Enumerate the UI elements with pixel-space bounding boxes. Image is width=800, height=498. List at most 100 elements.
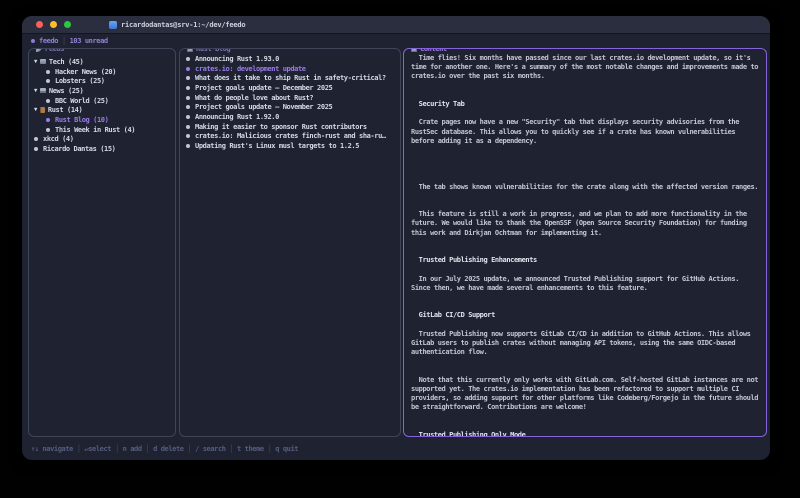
article-item[interactable]: Project goals update — November 2025 [180,102,400,112]
feed-item[interactable]: Hacker News (20) [29,67,175,77]
article-item[interactable]: crates.io: development update [180,64,400,74]
unread-dot [186,67,190,71]
article-item[interactable]: Announcing Rust 1.92.0 [180,112,400,122]
feed-item[interactable]: Ricardo Dantas (15) [29,144,175,154]
content-line: authentication flow. [411,348,762,357]
feed-label: Rust [48,106,63,114]
content-heading: Security Tab [411,100,762,109]
unread-dot [186,86,190,90]
statusbar-hint: ↵select [84,445,111,453]
content-line: Note that this currently only works with… [411,376,762,385]
content-line: Crate pages now have a new "Security" ta… [411,118,762,127]
feed-label: Ricardo Dantas [43,145,96,153]
content-panel-title: Content [408,48,450,53]
content-line: this work and Dirkjan Ochtman for implem… [411,229,762,238]
content-line: be straightforward. Contributions are we… [411,403,762,412]
articles-panel-title: Rust Blog [184,48,233,53]
collapse-arrow-icon[interactable]: ▼ [34,88,37,94]
content-heading: GitLab CI/CD Support [411,311,762,320]
statusbar-hint: / search [195,445,226,453]
article-item[interactable]: crates.io: Malicious crates finch-rust a… [180,132,400,142]
content-line: time for another one. Here's a summary o… [411,63,762,72]
content-line: before adding it as a dependency. [411,137,762,146]
article-item[interactable]: What do people love about Rust? [180,93,400,103]
content-line: supported yet. The crates.io implementat… [411,385,762,394]
minimize-button[interactable] [50,21,57,28]
article-title: crates.io: Malicious crates finch-rust a… [195,132,386,140]
app-name: feedo [39,37,58,45]
content-line [411,173,762,182]
unread-dot [186,115,190,119]
feed-label: Tech [49,58,64,66]
feed-item[interactable]: Lobsters (25) [29,76,175,86]
unread-count: 103 unread [70,37,108,45]
content-line [411,82,762,91]
article-title: What does it take to ship Rust in safety… [195,74,386,82]
content-heading: Trusted Publishing Enhancements [411,256,762,265]
statusbar-separator: │ [184,445,195,453]
content-line [411,293,762,302]
unread-dot [46,99,50,103]
feeds-panel-label: Feeds [45,48,64,53]
article-content[interactable]: Time flies! Six months have passed since… [404,49,766,437]
content-line [411,422,762,431]
quill-icon [36,48,42,52]
content-line: GitLab users to publish crates without m… [411,339,762,348]
article-item[interactable]: Project goals update — December 2025 [180,83,400,93]
content-line: crates.io over the past six months. [411,72,762,81]
content-line [411,238,762,247]
feeds-panel-title: Feeds [33,48,67,53]
feed-unread-count: (20) [97,68,116,76]
content-line [411,146,762,155]
feed-item[interactable]: Rust Blog (10) [29,115,175,125]
statusbar-hint: ↑↓ navigate [31,445,73,453]
feed-unread-count: (10) [89,116,108,124]
article-item[interactable]: Updating Rust's Linux musl targets to 1.… [180,141,400,151]
content-panel-label: Content [420,48,447,53]
feed-category[interactable]: ▼ Tech (45) [29,57,175,67]
feed-item[interactable]: BBC World (25) [29,96,175,106]
feed-unread-count: (25) [89,97,108,105]
feed-label: Lobsters [55,77,86,85]
feed-category[interactable]: ▼ Rust (14) [29,105,175,115]
unread-dot [34,147,38,151]
feed-label: xkcd [43,135,58,143]
terminal-icon [109,21,117,29]
content-line: future. We would like to thank the OpenS… [411,219,762,228]
content-heading: Trusted Publishing Only Mode [411,431,762,437]
laptop-icon [40,59,46,64]
feed-unread-count: (45) [64,58,83,66]
content-line [411,366,762,375]
article-title: Making it easier to sponsor Rust contrib… [195,123,367,131]
article-item[interactable]: Making it easier to sponsor Rust contrib… [180,122,400,132]
header-separator: │ [58,37,69,45]
book-icon [40,107,45,113]
content-line: Since then, we have made several enhance… [411,284,762,293]
content-line [411,201,762,210]
maximize-button[interactable] [64,21,71,28]
content-line: Trusted Publishing now supports GitLab C… [411,330,762,339]
unread-dot [46,79,50,83]
article-title: Announcing Rust 1.93.0 [195,55,279,63]
content-line: In our July 2025 update, we announced Tr… [411,275,762,284]
close-button[interactable] [36,21,43,28]
unread-dot [186,105,190,109]
feed-item[interactable]: This Week in Rust (4) [29,125,175,135]
feed-item[interactable]: xkcd (4) [29,135,175,145]
unread-dot [46,118,50,122]
article-item[interactable]: What does it take to ship Rust in safety… [180,73,400,83]
content-line [411,265,762,274]
feed-unread-count: (14) [63,106,82,114]
statusbar-separator: │ [111,445,122,453]
statusbar: ↑↓ navigate │ ↵select │ n add │ d delete… [31,445,298,453]
content-line [411,164,762,173]
article-list: Announcing Rust 1.93.0crates.io: develop… [180,49,400,151]
newspaper-icon [411,48,417,52]
collapse-arrow-icon[interactable]: ▼ [34,59,37,65]
article-item[interactable]: Announcing Rust 1.93.0 [180,54,400,64]
content-panel: Content Time flies! Six months have pass… [403,48,767,437]
feed-label: BBC World [55,97,89,105]
feed-unread-count: (25) [86,77,105,85]
collapse-arrow-icon[interactable]: ▼ [34,107,37,113]
feed-category[interactable]: ▼News (25) [29,86,175,96]
